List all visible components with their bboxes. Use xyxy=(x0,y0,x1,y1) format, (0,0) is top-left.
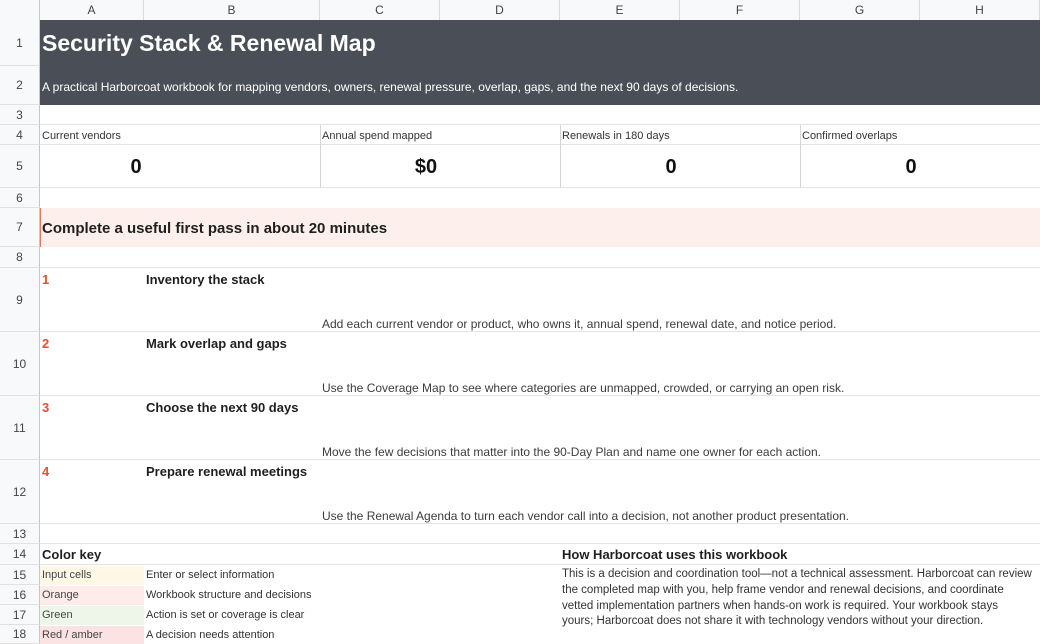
color-key-swatch-orange[interactable]: Orange xyxy=(40,586,144,605)
row-header-14[interactable]: 14 xyxy=(0,544,40,565)
color-key-title[interactable]: Color key xyxy=(42,547,101,562)
step-title[interactable]: Inventory the stack xyxy=(146,272,265,287)
about-text[interactable]: This is a decision and coordination tool… xyxy=(562,567,1032,630)
row-header-5[interactable]: 5 xyxy=(0,145,40,188)
column-header-h[interactable]: H xyxy=(920,0,1040,20)
page-subtitle[interactable]: A practical Harborcoat workbook for mapp… xyxy=(42,80,738,94)
column-header-b[interactable]: B xyxy=(144,0,320,20)
step-title[interactable]: Mark overlap and gaps xyxy=(146,336,287,351)
column-header-d[interactable]: D xyxy=(440,0,560,20)
step-description[interactable]: Move the few decisions that matter into … xyxy=(322,445,821,459)
row-header-15[interactable]: 15 xyxy=(0,565,40,585)
row-header-7[interactable]: 7 xyxy=(0,208,40,247)
gridline xyxy=(40,564,1040,565)
color-key-description[interactable]: Enter or select information xyxy=(146,569,274,581)
step-title[interactable]: Prepare renewal meetings xyxy=(146,464,307,479)
row-header-12[interactable]: 12 xyxy=(0,460,40,524)
gridline xyxy=(40,395,1040,396)
section-title[interactable]: Complete a useful first pass in about 20… xyxy=(42,220,387,237)
color-key-description[interactable]: Action is set or coverage is clear xyxy=(146,609,304,621)
step-number[interactable]: 3 xyxy=(42,400,49,415)
column-header-e[interactable]: E xyxy=(560,0,680,20)
color-key-swatch-red-amber[interactable]: Red / amber xyxy=(40,626,144,644)
spreadsheet: A B C D E F G H 1 2 3 4 5 6 7 8 9 10 11 … xyxy=(0,0,1040,644)
kpi-label-overlaps[interactable]: Confirmed overlaps xyxy=(802,130,897,142)
select-all-corner[interactable] xyxy=(0,0,40,20)
row-header-4[interactable]: 4 xyxy=(0,125,40,145)
kpi-value-annual-spend[interactable]: $0 xyxy=(320,156,532,179)
kpi-value-overlaps[interactable]: 0 xyxy=(800,156,1022,179)
column-header-g[interactable]: G xyxy=(800,0,920,20)
gridline xyxy=(40,331,1040,332)
column-header-a[interactable]: A xyxy=(40,0,144,20)
column-header-bar: A B C D E F G H xyxy=(0,0,1040,21)
color-key-description[interactable]: A decision needs attention xyxy=(146,629,274,641)
gridline xyxy=(40,144,1040,145)
row-header-2[interactable]: 2 xyxy=(0,66,40,105)
step-number[interactable]: 4 xyxy=(42,464,49,479)
gridline xyxy=(40,124,1040,125)
row-header-16[interactable]: 16 xyxy=(0,585,40,605)
column-header-f[interactable]: F xyxy=(680,0,800,20)
row-header-18[interactable]: 18 xyxy=(0,625,40,644)
gridline xyxy=(40,267,1040,268)
about-title[interactable]: How Harborcoat uses this workbook xyxy=(562,547,787,562)
gridline xyxy=(40,523,1040,524)
kpi-value-current-vendors[interactable]: 0 xyxy=(40,156,232,179)
kpi-label-current-vendors[interactable]: Current vendors xyxy=(42,130,121,142)
kpi-value-renewals[interactable]: 0 xyxy=(560,156,782,179)
page-title[interactable]: Security Stack & Renewal Map xyxy=(42,30,376,57)
column-header-c[interactable]: C xyxy=(320,0,440,20)
kpi-label-renewals[interactable]: Renewals in 180 days xyxy=(562,130,670,142)
gridline xyxy=(40,543,1040,544)
gridline xyxy=(40,187,1040,188)
row-header-9[interactable]: 9 xyxy=(0,268,40,332)
step-description[interactable]: Use the Renewal Agenda to turn each vend… xyxy=(322,509,849,523)
color-key-description[interactable]: Workbook structure and decisions xyxy=(146,589,312,601)
step-title[interactable]: Choose the next 90 days xyxy=(146,400,298,415)
row-header-10[interactable]: 10 xyxy=(0,332,40,396)
row-header-11[interactable]: 11 xyxy=(0,396,40,460)
row-header-6[interactable]: 6 xyxy=(0,188,40,208)
color-key-swatch-input[interactable]: Input cells xyxy=(40,566,144,585)
row-header-3[interactable]: 3 xyxy=(0,105,40,125)
row-header-1[interactable]: 1 xyxy=(0,20,40,66)
step-number[interactable]: 2 xyxy=(42,336,49,351)
row-header-8[interactable]: 8 xyxy=(0,247,40,268)
row-header-17[interactable]: 17 xyxy=(0,605,40,625)
step-description[interactable]: Use the Coverage Map to see where catego… xyxy=(322,381,844,395)
gridline xyxy=(40,459,1040,460)
step-number[interactable]: 1 xyxy=(42,272,49,287)
row-header-13[interactable]: 13 xyxy=(0,524,40,544)
color-key-swatch-green[interactable]: Green xyxy=(40,606,144,625)
kpi-label-annual-spend[interactable]: Annual spend mapped xyxy=(322,130,432,142)
step-description[interactable]: Add each current vendor or product, who … xyxy=(322,317,836,331)
